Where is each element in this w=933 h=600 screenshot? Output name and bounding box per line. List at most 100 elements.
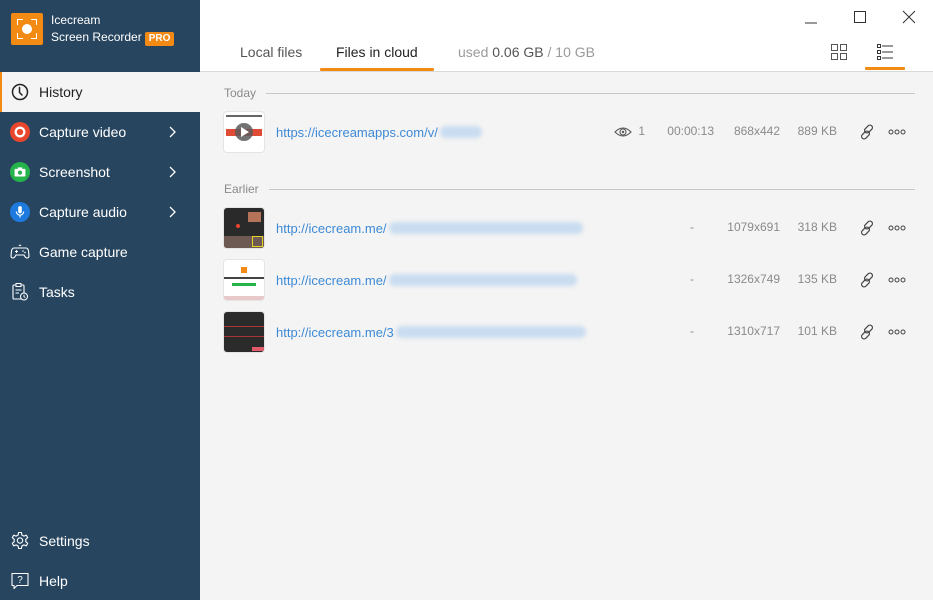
duration: -	[690, 272, 694, 286]
close-icon	[902, 10, 916, 24]
more-options-button[interactable]	[887, 270, 907, 290]
sidebar-item-label: Screenshot	[39, 164, 110, 180]
link-text: http://icecream.me/	[276, 220, 387, 236]
copy-link-button[interactable]	[857, 122, 877, 142]
list-view-icon	[877, 44, 893, 60]
sidebar-bottom-nav: Settings ? Help	[0, 521, 200, 600]
gamepad-icon	[10, 242, 30, 262]
more-icon	[888, 329, 906, 335]
resolution: 868x442	[733, 124, 780, 138]
tab-local-files[interactable]: Local files	[240, 44, 302, 70]
screenshot-thumbnail[interactable]	[224, 208, 264, 248]
sidebar-item-label: Capture video	[39, 124, 127, 140]
camera-icon	[10, 162, 30, 182]
cloud-usage: used 0.06 GB / 10 GB	[458, 44, 595, 60]
more-icon	[888, 225, 906, 231]
usage-separator: /	[547, 44, 552, 60]
chevron-right-icon	[169, 206, 176, 218]
more-icon	[888, 129, 906, 135]
sidebar-item-screenshot[interactable]: Screenshot	[0, 152, 200, 192]
sidebar-item-history[interactable]: History	[0, 72, 200, 112]
sidebar-item-label: Settings	[39, 533, 90, 549]
link-icon	[860, 124, 874, 140]
share-link[interactable]: http://icecream.me/	[276, 273, 577, 288]
resolution: 1079x691	[727, 220, 780, 234]
grid-view-icon	[831, 44, 847, 60]
svg-text:?: ?	[17, 575, 23, 586]
tab-files-in-cloud[interactable]: Files in cloud	[320, 44, 434, 71]
duration: 00:00:13	[667, 124, 714, 138]
link-text: http://icecream.me/3	[276, 324, 394, 340]
redacted-link-id	[388, 274, 577, 286]
history-list: Today https://icecreamapps.com/v/ 1 00:0…	[200, 73, 933, 600]
record-icon	[10, 122, 30, 142]
copy-link-button[interactable]	[857, 322, 877, 342]
more-options-button[interactable]	[887, 218, 907, 238]
more-options-button[interactable]	[887, 122, 907, 142]
chevron-right-icon	[169, 166, 176, 178]
section-title: Earlier	[224, 182, 259, 196]
maximize-button[interactable]	[849, 6, 871, 28]
link-text: https://icecreamapps.com/v/	[276, 124, 438, 140]
tab-label: Local files	[240, 44, 303, 60]
close-button[interactable]	[898, 6, 920, 28]
sidebar-item-capture-video[interactable]: Capture video	[0, 112, 200, 152]
history-row[interactable]: http://icecream.me/3 - 1310x717 101 KB	[224, 312, 915, 352]
sidebar-item-label: Capture audio	[39, 204, 127, 220]
more-options-button[interactable]	[887, 322, 907, 342]
copy-link-button[interactable]	[857, 218, 877, 238]
resolution: 1326x749	[727, 272, 780, 286]
maximize-icon	[854, 11, 866, 23]
link-icon	[860, 272, 874, 288]
screenshot-thumbnail[interactable]	[224, 260, 264, 300]
minimize-button[interactable]	[800, 6, 822, 28]
section-title: Today	[224, 86, 257, 100]
redacted-link-id	[395, 326, 586, 338]
sidebar: Icecream Screen Recorder PRO History Capt…	[0, 0, 200, 600]
copy-link-button[interactable]	[857, 270, 877, 290]
grid-view-button[interactable]	[827, 40, 851, 64]
video-thumbnail[interactable]	[224, 112, 264, 152]
app-name-line2: Screen Recorder	[51, 30, 142, 44]
microphone-icon	[10, 202, 30, 222]
app-logo-icon	[11, 13, 43, 45]
link-icon	[860, 324, 874, 340]
history-row[interactable]: http://icecream.me/ - 1079x691 318 KB	[224, 208, 915, 248]
sidebar-item-label: Help	[39, 573, 68, 589]
usage-prefix: used	[458, 44, 489, 60]
sidebar-nav: History Capture video Screenshot Capture…	[0, 72, 200, 312]
list-view-button[interactable]	[865, 40, 905, 70]
section-header-earlier: Earlier	[224, 182, 915, 196]
redacted-link-id	[439, 126, 482, 138]
minimize-icon	[805, 22, 817, 24]
sidebar-item-tasks[interactable]: Tasks	[0, 272, 200, 312]
usage-used: 0.06 GB	[492, 44, 544, 60]
section-header-today: Today	[224, 86, 915, 100]
clock-icon	[10, 82, 30, 102]
share-link[interactable]: http://icecream.me/3	[276, 325, 586, 340]
tab-label: Files in cloud	[336, 44, 418, 60]
file-size: 135 KB	[797, 272, 837, 286]
history-row[interactable]: http://icecream.me/ - 1326x749 135 KB	[224, 260, 915, 300]
file-size: 318 KB	[797, 220, 837, 234]
file-size: 101 KB	[797, 324, 837, 338]
file-size: 889 KB	[797, 124, 837, 138]
sidebar-item-game-capture[interactable]: Game capture	[0, 232, 200, 272]
duration: -	[690, 324, 694, 338]
usage-total: 10 GB	[555, 44, 595, 60]
sidebar-item-capture-audio[interactable]: Capture audio	[0, 192, 200, 232]
gear-icon	[10, 531, 30, 551]
sidebar-item-settings[interactable]: Settings	[0, 521, 200, 561]
divider	[268, 188, 915, 190]
share-link[interactable]: https://icecreamapps.com/v/	[276, 125, 482, 140]
sidebar-item-label: Game capture	[39, 244, 128, 260]
link-text: http://icecream.me/	[276, 272, 387, 288]
share-link[interactable]: http://icecream.me/	[276, 221, 583, 236]
pro-badge: PRO	[144, 32, 175, 46]
history-row[interactable]: https://icecreamapps.com/v/ 1 00:00:13 8…	[224, 112, 915, 152]
screenshot-thumbnail[interactable]	[224, 312, 264, 352]
sidebar-item-help[interactable]: ? Help	[0, 561, 200, 600]
link-icon	[860, 220, 874, 236]
sidebar-item-label: History	[39, 84, 83, 100]
chevron-right-icon	[169, 126, 176, 138]
